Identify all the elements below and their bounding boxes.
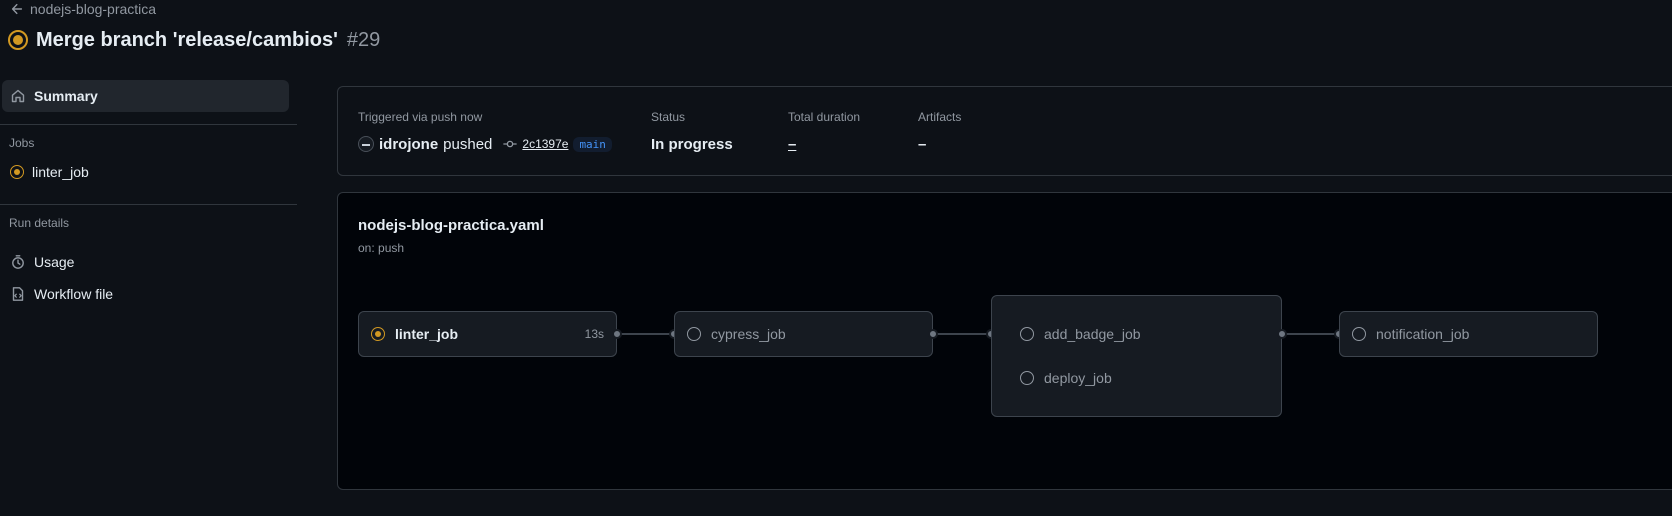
sidebar-item-summary[interactable]: Summary [2,80,289,112]
commit-link[interactable]: 2c1397e [522,137,568,151]
stopwatch-icon [12,255,24,269]
workflow-file-name: nodejs-blog-practica.yaml [358,217,544,234]
back-link-label: nodejs-blog-practica [30,1,157,17]
job-node-add-badge-job[interactable]: add_badge_job [1020,324,1141,344]
jobs-heading: Jobs [9,136,35,150]
queued-status-icon [687,327,701,341]
job-node-notification-job[interactable]: notification_job [1339,311,1598,357]
connector-dot [1277,329,1287,339]
job-duration: 13s [584,327,604,341]
job-connector [617,333,674,335]
job-name: deploy_job [1044,370,1112,386]
workflow-trigger: on: push [358,241,405,255]
trigger-details: idrojone pushed 2c1397e main [358,134,612,154]
run-summary-card: Triggered via push now idrojone pushed 2… [337,86,1672,176]
trigger-label: Triggered via push now [358,110,483,124]
artifacts-value: – [918,135,927,153]
job-node-linter-job[interactable]: linter_job 13s [358,311,617,357]
duration-value[interactable]: – [788,134,860,154]
job-name: add_badge_job [1044,326,1141,342]
duration-info: Total duration – [788,110,860,154]
job-name: linter_job [395,326,459,342]
job-name: cypress_job [711,326,786,342]
in-progress-status-icon [10,165,24,179]
home-icon [11,89,25,103]
sidebar-item-linter-job[interactable]: linter_job [2,156,289,188]
back-link[interactable]: nodejs-blog-practica [10,0,156,18]
action-text: pushed [443,135,493,153]
run-number: #29 [346,28,381,51]
job-connector [933,333,991,335]
in-progress-status-icon [8,30,28,50]
workflow-run-page: nodejs-blog-practica Merge branch 'relea… [0,0,1672,516]
duration-label: Total duration [788,110,861,124]
run-title: Merge branch 'release/cambios' [36,28,338,51]
sidebar-item-label: linter_job [32,164,89,180]
avatar[interactable] [358,136,374,152]
commit-icon [503,140,518,148]
queued-status-icon [1020,371,1034,385]
sidebar-divider [0,124,297,125]
page-title: Merge branch 'release/cambios' #29 [8,27,380,53]
artifacts-label: Artifacts [918,110,962,124]
job-node-deploy-job[interactable]: deploy_job [1020,368,1112,388]
artifacts-info: Artifacts – [918,110,961,154]
status-label: Status [651,110,686,124]
status-value: In progress [651,135,733,153]
job-node-cypress-job[interactable]: cypress_job [674,311,933,357]
sidebar-item-label: Workflow file [34,286,114,302]
trigger-info: Triggered via push now idrojone pushed 2… [358,110,612,154]
connector-dot [612,329,622,339]
status-info: Status In progress [651,110,733,154]
queued-status-icon [1352,327,1366,341]
workflow-graph-card: nodejs-blog-practica.yaml on: push linte… [337,192,1672,490]
connector-dot [928,329,938,339]
branch-badge[interactable]: main [573,136,612,152]
file-icon [12,287,24,301]
sidebar-divider [0,204,297,205]
sidebar-item-label: Usage [34,254,75,270]
job-name: notification_job [1376,326,1470,342]
queued-status-icon [1020,327,1034,341]
in-progress-status-icon [371,327,385,341]
job-group-matrix: add_badge_job deploy_job [991,295,1282,417]
arrow-left-icon [11,3,23,15]
run-details-heading: Run details [9,216,70,230]
job-connector [1282,333,1339,335]
actor-link[interactable]: idrojone [379,136,438,153]
sidebar-item-label: Summary [34,88,98,104]
sidebar-item-workflow-file[interactable]: Workflow file [2,278,289,310]
sidebar-item-usage[interactable]: Usage [2,246,289,278]
